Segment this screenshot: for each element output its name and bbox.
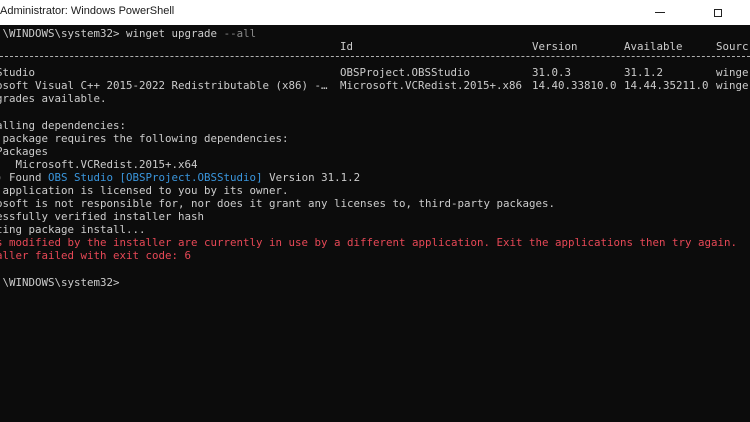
row-version: 14.40.33810.0 [532,79,617,92]
minimize-icon [655,12,665,13]
row-source: winge [716,66,749,79]
packages-label: Packages [0,145,49,158]
upgrades-available: grades available. [0,92,107,105]
row-name: osoft Visual C++ 2015-2022 Redistributab… [0,79,328,92]
row-available: 31.1.2 [624,66,664,79]
header-available: Available [624,40,683,53]
command-flag: --all [223,27,257,40]
maximize-button[interactable] [700,0,736,25]
license-line: application is licensed to you by its ow… [0,184,289,197]
prompt: :\WINDOWS\system32> [0,276,120,289]
found-version: Version 31.1.2 [262,171,361,184]
found-line: ) Found OBS Studio [OBSProject.OBSStudio… [0,171,360,184]
header-id: Id [340,40,354,53]
row-name: Studio [0,66,36,79]
table-separator [0,56,750,58]
header-version: Version [532,40,578,53]
found-name: OBS Studio [48,171,114,184]
row-id: OBSProject.OBSStudio [340,66,471,79]
maximize-icon [714,8,722,17]
row-version: 31.0.3 [532,66,572,79]
found-id: [OBSProject.OBSStudio] [119,171,263,184]
microsoft-disclaimer: osoft is not responsible for, nor does i… [0,197,556,210]
command-text: winget upgrade [126,27,218,40]
found-prefix: ) Found [0,171,49,184]
row-source: winge [716,79,749,92]
hash-verified: essfully verified installer hash [0,210,205,223]
prompt: :\WINDOWS\system32> [0,27,120,40]
header-source: Sourc [716,40,749,53]
minimize-button[interactable] [642,0,678,25]
title-bar: Administrator: Windows PowerShell [0,0,750,25]
starting-install: ting package install... [0,223,146,236]
prompt-line: :\WINDOWS\system32> winget upgrade --all [0,27,256,40]
requires-dependencies: package requires the following dependenc… [0,132,289,145]
exit-code-error: aller failed with exit code: 6 [0,249,192,262]
dependency-package: Microsoft.VCRedist.2015+.x64 [0,158,198,171]
window-title: Administrator: Windows PowerShell [0,5,175,17]
row-id: Microsoft.VCRedist.2015+.x86 [340,79,523,92]
installing-dependencies: alling dependencies: [0,119,127,132]
terminal-output[interactable]: :\WINDOWS\system32> winget upgrade --all… [0,25,750,422]
row-available: 14.44.35211.0 [624,79,709,92]
error-line: s modified by the installer are currentl… [0,236,738,249]
